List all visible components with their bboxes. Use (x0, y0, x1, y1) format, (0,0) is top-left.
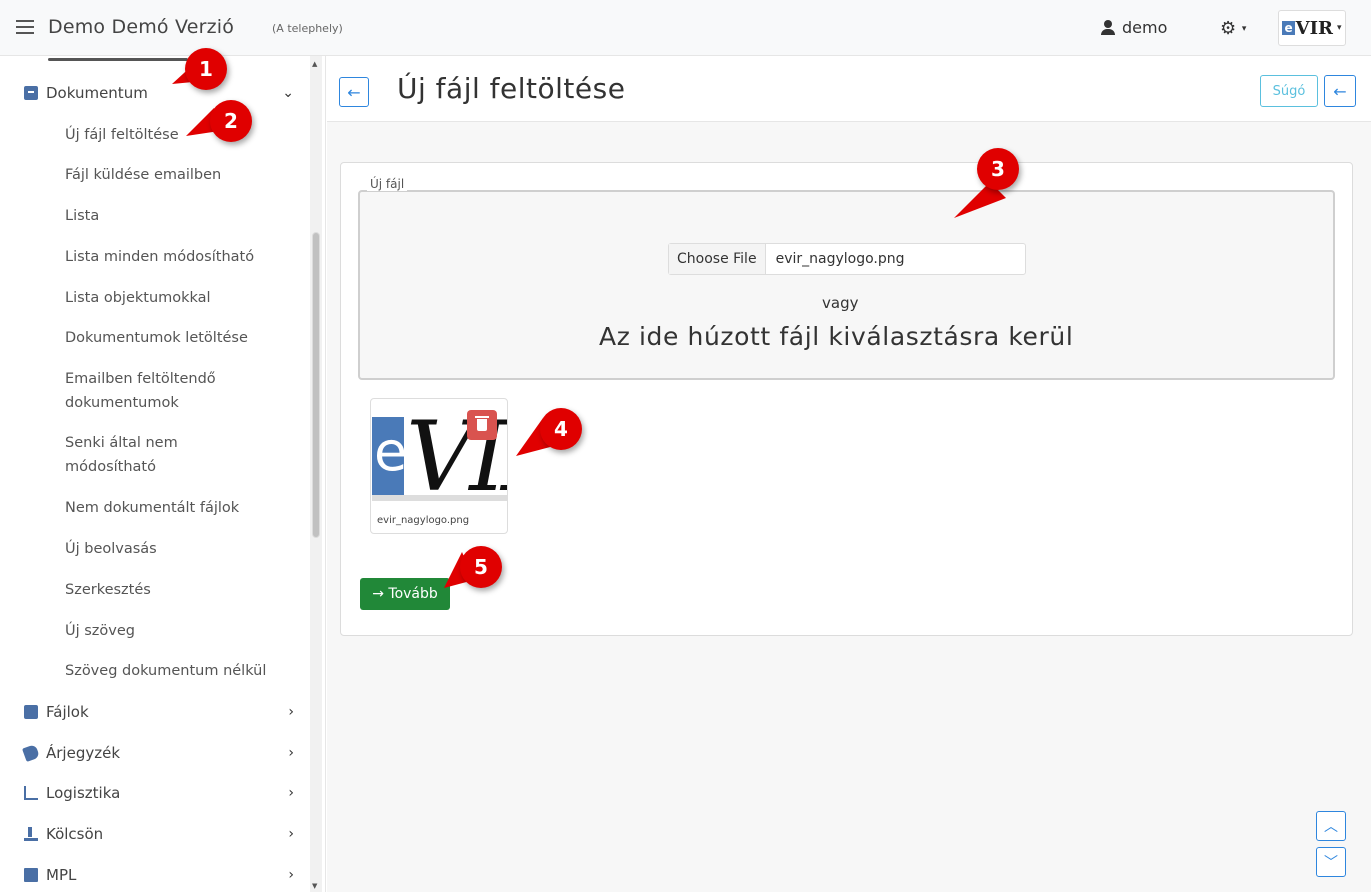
callout-pointers (172, 62, 1006, 588)
callout-2: 2 (210, 100, 252, 142)
callout-4: 4 (540, 408, 582, 450)
callout-3: 3 (977, 148, 1019, 190)
callout-1: 1 (185, 48, 227, 90)
callout-5: 5 (460, 546, 502, 588)
